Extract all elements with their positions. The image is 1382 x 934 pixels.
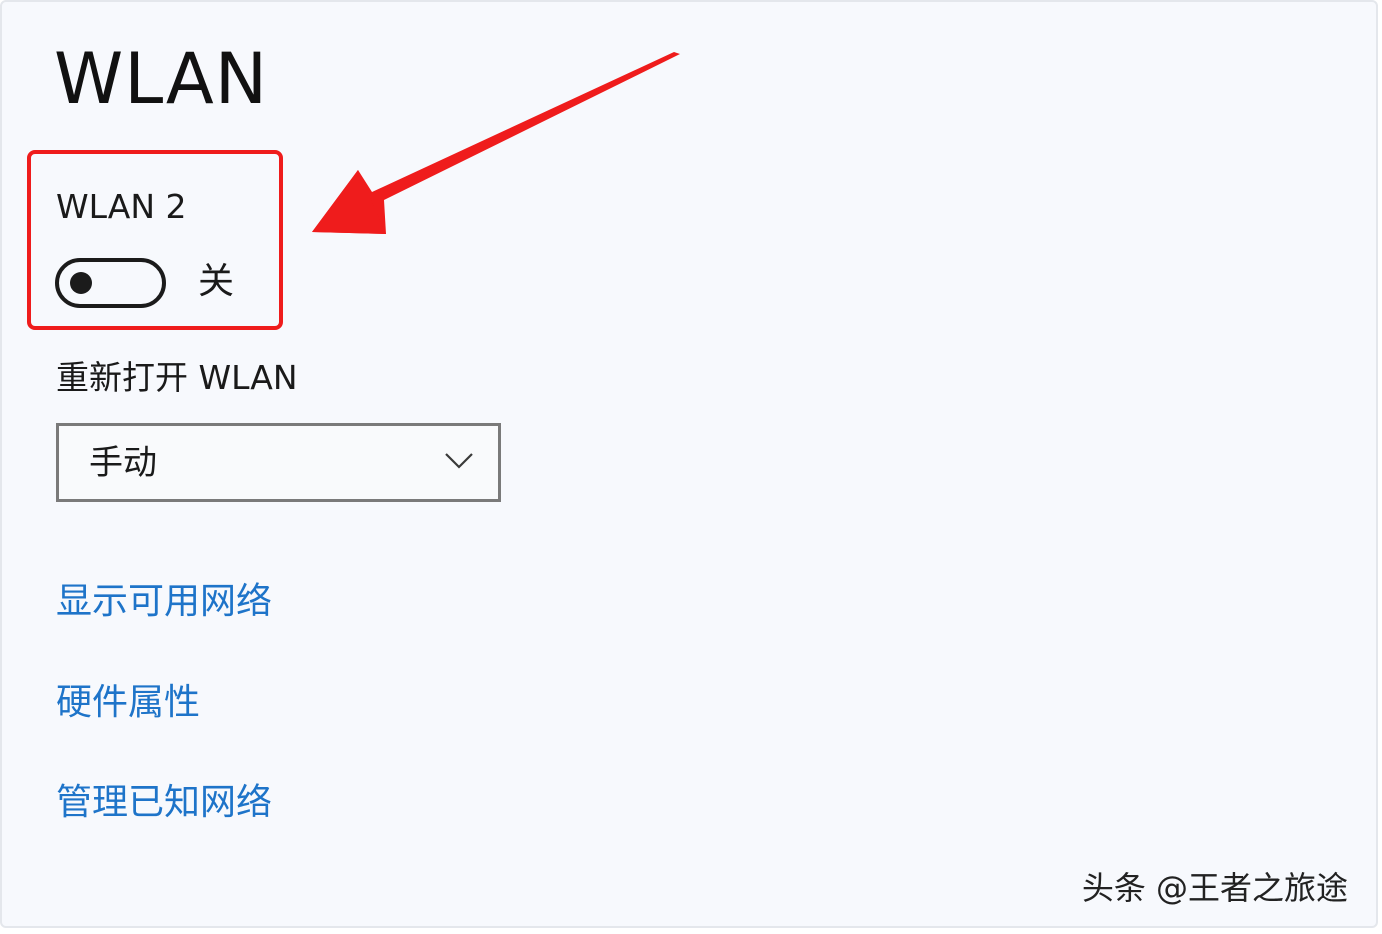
toggle-state-label: 关	[198, 261, 235, 302]
reenable-wlan-label: 重新打开 WLAN	[56, 358, 298, 397]
hardware-properties-link[interactable]: 硬件属性	[56, 685, 200, 721]
red-arrow-annotation	[312, 52, 680, 234]
dropdown-selected-value: 手动	[89, 443, 157, 483]
watermark: 头条 @王者之旅途	[1081, 869, 1348, 907]
toggle-knob	[70, 272, 92, 294]
wlan-toggle-switch[interactable]	[55, 258, 166, 308]
settings-window: WLAN WLAN 2 关 重新打开 WLAN 手动 显示可用网络 硬件属性 管…	[0, 0, 1378, 928]
show-available-networks-link[interactable]: 显示可用网络	[56, 584, 272, 620]
chevron-down-icon	[445, 453, 473, 469]
page-title: WLAN	[54, 38, 269, 120]
adapter-name: WLAN 2	[56, 187, 187, 226]
manage-known-networks-link[interactable]: 管理已知网络	[56, 785, 272, 821]
reenable-wlan-dropdown[interactable]: 手动	[56, 423, 501, 502]
